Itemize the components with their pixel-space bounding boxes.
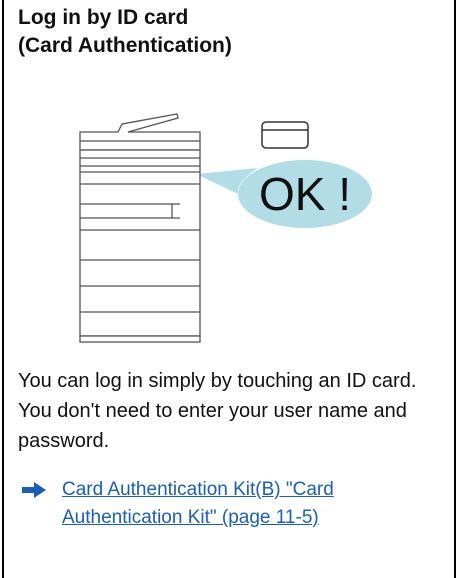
- right-border-rule: [454, 0, 456, 578]
- description-text: You can log in simply by touching an ID …: [18, 370, 417, 452]
- page: Log in by ID card (Card Authentication) …: [0, 0, 466, 578]
- printer-icon: [79, 113, 201, 343]
- section-heading: Log in by ID card (Card Authentication): [18, 4, 232, 60]
- bubble-text: OK !: [259, 168, 351, 220]
- heading-line-2: (Card Authentication): [18, 34, 232, 57]
- card-authentication-illustration: OK !: [79, 113, 372, 343]
- heading-line-1: Log in by ID card: [18, 6, 189, 29]
- card-authentication-kit-link[interactable]: Card Authentication Kit(B) "Card Authent…: [62, 476, 422, 532]
- id-card-icon: [261, 121, 309, 149]
- ok-speech-bubble: OK !: [196, 160, 372, 228]
- right-arrow-icon: [22, 482, 46, 498]
